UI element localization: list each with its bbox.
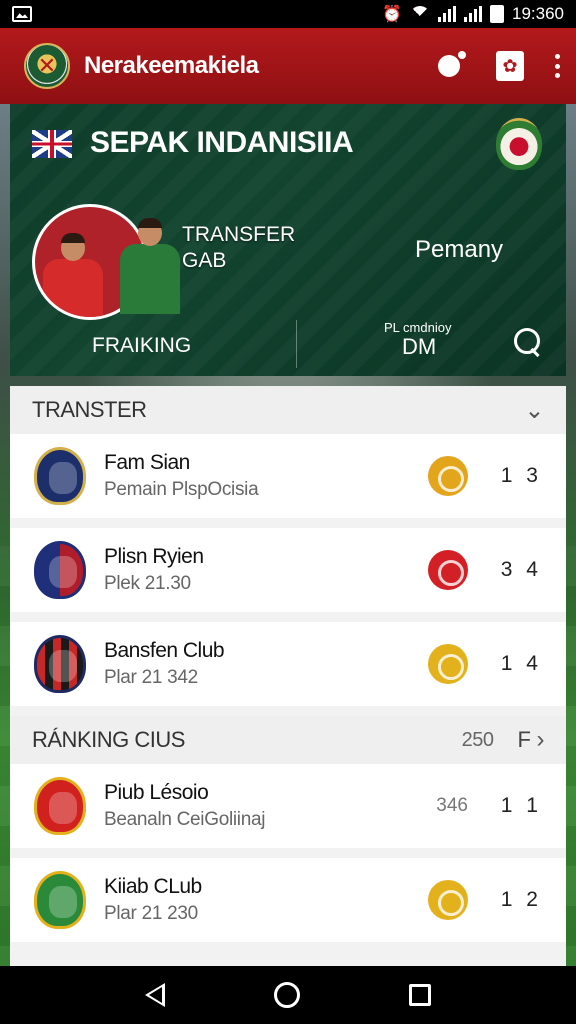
- gallery-icon: [12, 6, 32, 22]
- hero-ranking-tab[interactable]: FRAIKING: [92, 334, 191, 358]
- list-item[interactable]: Piub Lésoio Beanaln CeiGoliinaj 346 1 1: [10, 764, 566, 848]
- app-title: Nerakeemakiela: [84, 52, 259, 79]
- status-badge-icon: [428, 550, 468, 590]
- status-badge-icon: [428, 644, 468, 684]
- chevron-right-icon[interactable]: ›: [537, 726, 545, 754]
- battery-icon: [490, 5, 504, 23]
- hero-dm-tab[interactable]: DM: [402, 334, 436, 360]
- club-crest-icon: [34, 777, 86, 835]
- hero-card[interactable]: SEPAK INDANISIIA TRANSFER GAB Pemany FRA…: [10, 104, 566, 376]
- app-bar: Nerakeemakiela: [0, 28, 576, 104]
- list-item-score: 1 2: [500, 888, 542, 911]
- app-logo[interactable]: [24, 43, 70, 89]
- status-bar: ⏰ 19:360: [0, 0, 576, 28]
- list-item-text: Piub Lésoio Beanaln CeiGoliinaj: [104, 781, 436, 831]
- home-icon[interactable]: [273, 982, 300, 1008]
- list-item-sub: Plar 21 230: [104, 903, 198, 924]
- list-item[interactable]: Fam Sian Pemain PlspOcisia 1 3: [10, 434, 566, 518]
- list-item-score: 3 4: [500, 558, 542, 581]
- list-item-sub: Pemain PlspOcisia: [104, 479, 259, 500]
- content-panel: TRANSTER ⌄ Fam Sian Pemain PlspOcisia 1 …: [10, 386, 566, 966]
- list-item-name: Kiiab CLub: [104, 875, 202, 898]
- filter-label[interactable]: F: [518, 727, 531, 753]
- list-item-name: Piub Lésoio: [104, 781, 209, 804]
- list-item-text: Kiiab CLub Plar 21 230: [104, 875, 428, 925]
- uk-flag-icon: [32, 130, 72, 158]
- recent-apps-icon[interactable]: [409, 984, 432, 1006]
- signal-2-icon: [464, 6, 482, 22]
- player-red-icon: [43, 233, 103, 317]
- club-crest-icon: [34, 541, 86, 599]
- transfer-line-2: GAB: [182, 249, 227, 272]
- transfer-line-1: TRANSFER: [182, 223, 296, 246]
- list-item[interactable]: Bansfen Club Plar 21 342 1 4: [10, 622, 566, 706]
- list-item-text: Bansfen Club Plar 21 342: [104, 639, 428, 689]
- chevron-down-icon[interactable]: ⌄: [524, 396, 544, 425]
- club-crest-icon: [34, 871, 86, 929]
- hero-transfer-label: TRANSFER GAB: [182, 222, 295, 274]
- list-item[interactable]: Plisn Ryien Plek 21.30 3 4: [10, 528, 566, 612]
- list-item-sub: Plar 21 342: [104, 667, 198, 688]
- hero-small-label: PL cmdnioy: [384, 320, 452, 335]
- list-item-points: 346: [436, 795, 468, 816]
- list-item-sub: Plek 21.30: [104, 573, 191, 594]
- player-green-icon: [120, 218, 180, 314]
- ranking-section-header[interactable]: RÁNKING CIUS 250 F ›: [10, 716, 566, 764]
- football-icon[interactable]: [436, 51, 466, 81]
- app-actions: [436, 51, 560, 81]
- system-nav-bar: [0, 966, 576, 1024]
- wifi-icon: [410, 6, 430, 22]
- list-item-sub: Beanaln CeiGoliinaj: [104, 809, 266, 830]
- list-item-score: 1 4: [500, 652, 542, 675]
- list-item[interactable]: Kiiab CLub Plar 21 230 1 2: [10, 858, 566, 942]
- signal-icon: [438, 6, 456, 22]
- list-item-name: Bansfen Club: [104, 639, 225, 662]
- transfer-section-header[interactable]: TRANSTER ⌄: [10, 386, 566, 434]
- transfer-section-title: TRANSTER: [32, 397, 147, 422]
- list-item-text: Fam Sian Pemain PlspOcisia: [104, 451, 428, 501]
- status-badge-icon: [428, 456, 468, 496]
- status-icons: ⏰ 19:360: [382, 4, 564, 24]
- list-item-score: 1 3: [500, 464, 542, 487]
- status-time: 19:360: [512, 4, 564, 23]
- list-item-name: Plisn Ryien: [104, 545, 204, 568]
- hero-divider: [296, 320, 297, 368]
- list-item-name: Fam Sian: [104, 451, 190, 474]
- club-crest-icon: [34, 635, 86, 693]
- club-crest-icon: [34, 447, 86, 505]
- status-badge-icon: [428, 880, 468, 920]
- hero-title: SEPAK INDANISIIA: [90, 126, 354, 159]
- alarm-icon: ⏰: [382, 6, 402, 23]
- hero-right-label: Pemany: [415, 236, 504, 263]
- club-badge-icon: [496, 118, 542, 170]
- list-item-text: Plisn Ryien Plek 21.30: [104, 545, 428, 595]
- search-icon[interactable]: [512, 326, 542, 356]
- ranking-count: 250: [461, 728, 494, 751]
- back-icon[interactable]: [144, 983, 165, 1007]
- list-item-score: 1 1: [500, 794, 542, 817]
- more-menu-icon[interactable]: [554, 54, 560, 78]
- ranking-section-title: RÁNKING CIUS: [32, 727, 185, 752]
- shop-bag-icon[interactable]: [496, 51, 524, 81]
